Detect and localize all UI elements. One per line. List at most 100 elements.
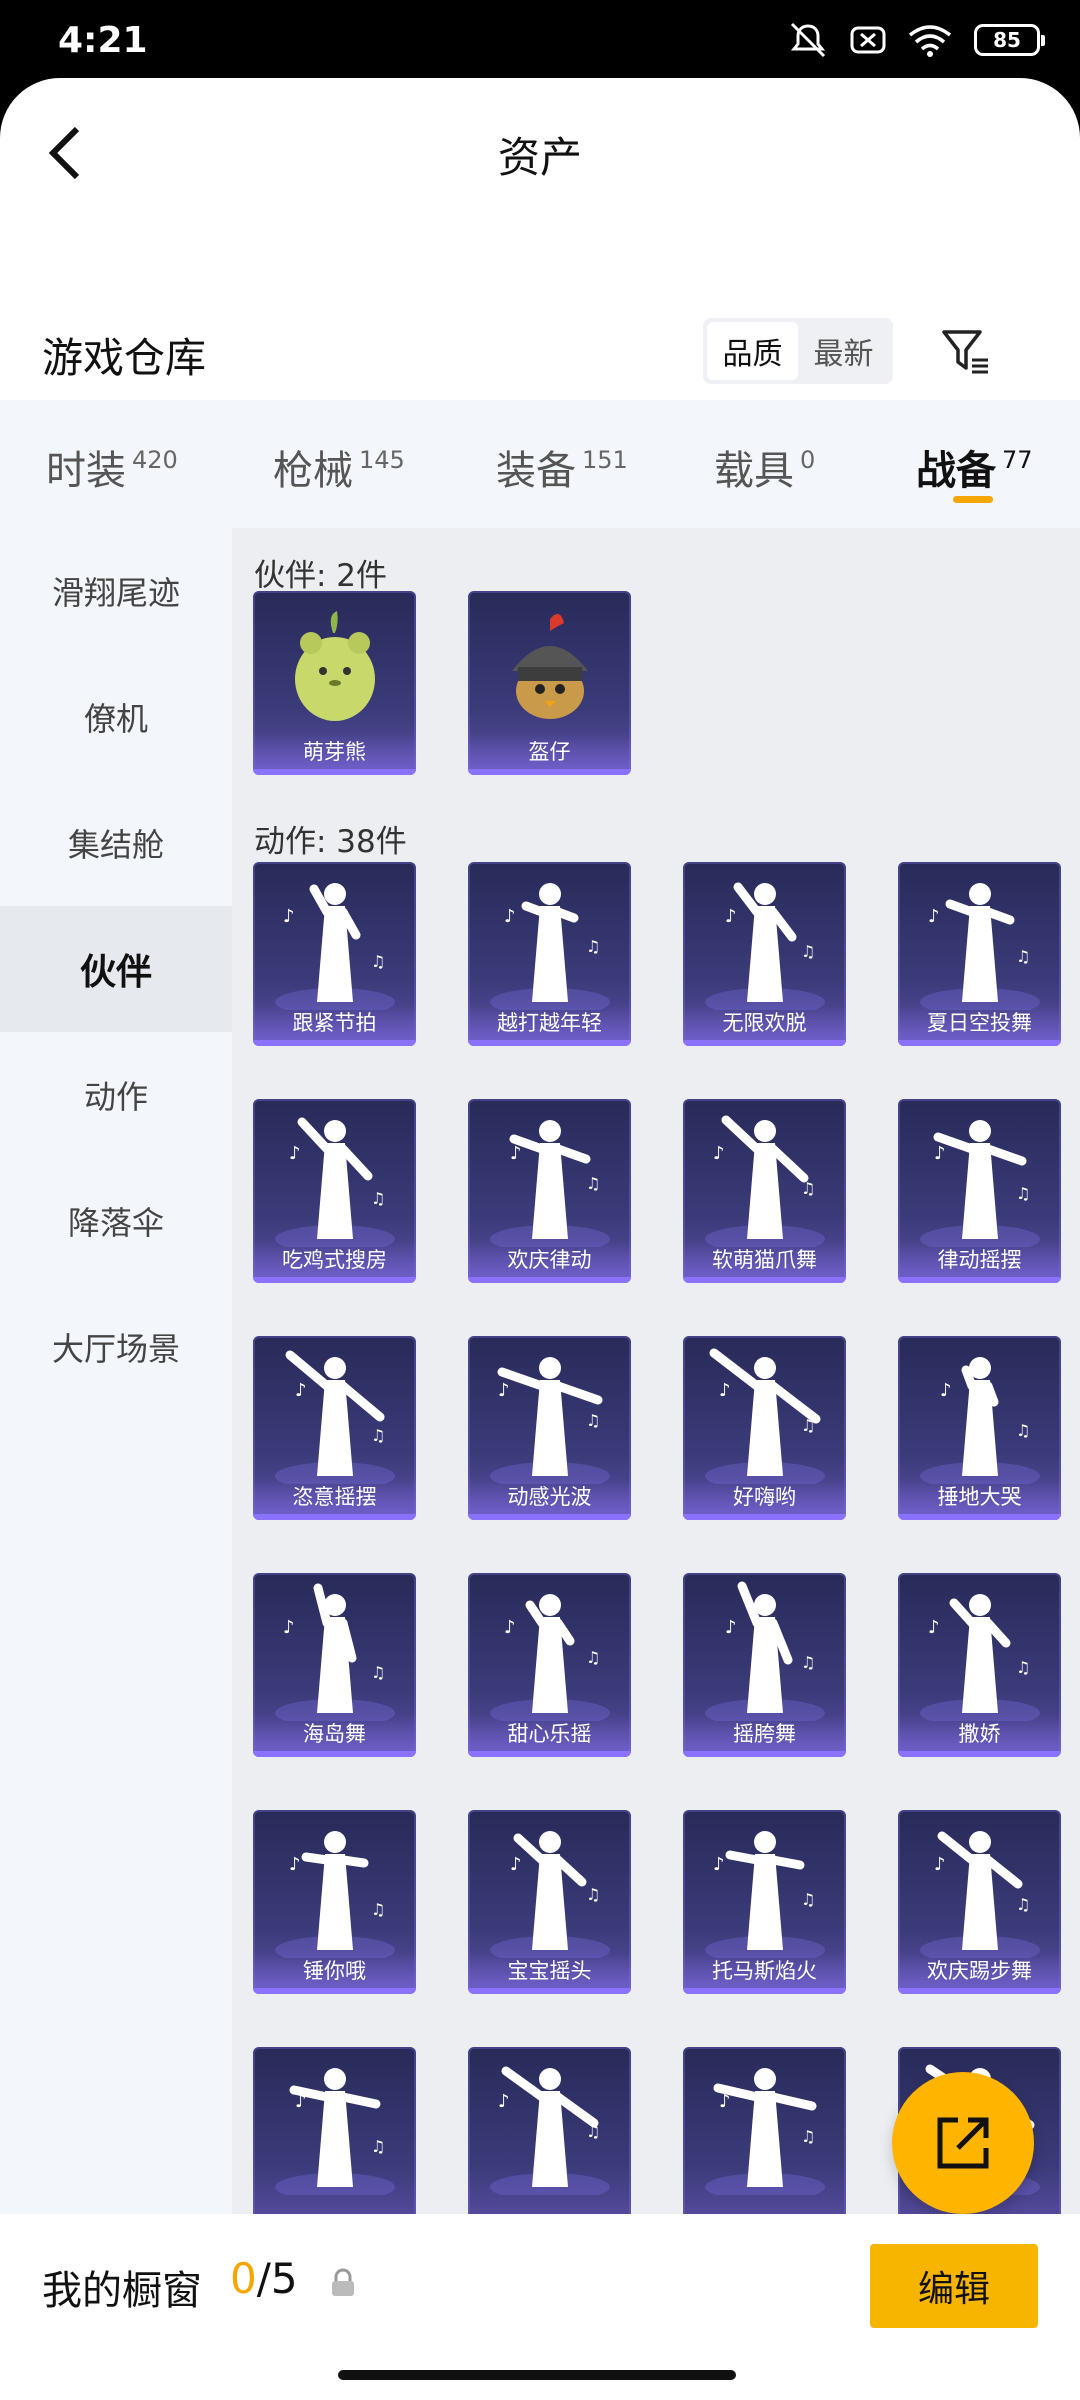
emote-card[interactable]: ♪♫ [468, 2047, 631, 2214]
filter-button[interactable] [936, 322, 996, 382]
card-label: 欢庆律动 [468, 1241, 631, 1277]
emote-card[interactable]: ♪ ♫ 跟紧节拍 [253, 862, 416, 1046]
tab-label: 枪械 [273, 448, 353, 494]
svg-text:♫: ♫ [801, 2127, 815, 2146]
emote-card[interactable]: ♪ ♫ 撒娇 [898, 1573, 1061, 1757]
edit-button[interactable]: 编辑 [870, 2244, 1038, 2328]
emote-figure-icon: ♪♫ [275, 2068, 395, 2195]
emote-card[interactable]: ♪ ♫ 无限欢脱 [683, 862, 846, 1046]
emote-card[interactable]: ♪ ♫ 夏日空投舞 [898, 862, 1061, 1046]
svg-text:♪: ♪ [504, 906, 516, 927]
status-icons: 85 [788, 22, 1045, 58]
svg-text:♪: ♪ [940, 1380, 952, 1401]
emote-figure-icon: ♪♫ [920, 1831, 1040, 1958]
card-label: 撒娇 [898, 1715, 1061, 1751]
tab-count: 0 [800, 446, 816, 474]
mute-icon [790, 22, 826, 58]
svg-text:♪: ♪ [283, 1617, 295, 1638]
card-label: 托马斯焰火 [683, 1952, 846, 1988]
emote-figure-icon: ♪♫ [275, 1117, 395, 1247]
item-grid: 伙伴: 2件 动作: 38件 萌芽熊 盔仔 ♪ ♫ 跟紧节拍 ♪ ♫ 越打越年轻 ♪ ♫ 无限欢脱 ♪… [232, 528, 1080, 2214]
emote-figure-icon: ♪♫ [705, 882, 825, 1010]
emote-card[interactable]: ♪♫ [253, 2047, 416, 2214]
tab-vehicles[interactable]: 载具 0 [714, 438, 815, 496]
card-label: 软萌猫爪舞 [683, 1241, 846, 1277]
emote-card[interactable]: ♪ ♫ 海岛舞 [253, 1573, 416, 1757]
svg-text:♫: ♫ [371, 952, 385, 971]
svg-text:♫: ♫ [801, 1653, 815, 1672]
sort-newest-option[interactable]: 最新 [798, 322, 889, 380]
share-fab[interactable] [892, 2072, 1034, 2214]
showcase-count-current: 0 [230, 2254, 257, 2303]
emote-card[interactable]: ♪ ♫ 锤你哦 [253, 1810, 416, 1994]
emote-card[interactable]: ♪ ♫ 甜心乐摇 [468, 1573, 631, 1757]
tab-guns[interactable]: 枪械 145 [273, 438, 405, 496]
sidebar-item-pod[interactable]: 集结舱 [0, 780, 232, 906]
sort-quality-option[interactable]: 品质 [707, 322, 798, 380]
svg-text:♫: ♫ [371, 2137, 385, 2156]
sidebar-item-glide-trail[interactable]: 滑翔尾迹 [0, 528, 232, 654]
svg-text:♫: ♫ [371, 1663, 385, 1682]
svg-text:♪: ♪ [928, 906, 940, 927]
emote-card[interactable]: ♪ ♫ 动感光波 [468, 1336, 631, 1520]
emote-figure-icon: ♪♫ [275, 1831, 395, 1958]
emote-card[interactable]: ♪ ♫ 软萌猫爪舞 [683, 1099, 846, 1283]
content-area: 滑翔尾迹 僚机 集结舱 伙伴 动作 降落伞 大厅场景 伙伴: 2件 动作: 38… [0, 528, 1080, 2214]
tab-fashion[interactable]: 时装 420 [46, 438, 178, 496]
partner-card[interactable]: 盔仔 [468, 591, 631, 775]
emote-figure-icon: ♪♫ [920, 883, 1040, 1010]
emote-figure-icon: ♪♫ [705, 1831, 825, 1958]
filter-icon [942, 330, 988, 374]
partner-figure-icon [295, 611, 375, 721]
emote-card[interactable]: ♪ ♫ 捶地大哭 [898, 1336, 1061, 1520]
emote-figure-icon: ♪♫ [705, 2068, 825, 2195]
sidebar-item-parachute[interactable]: 降落伞 [0, 1158, 232, 1284]
tab-equipment[interactable]: 装备 151 [496, 438, 628, 496]
wifi-icon [908, 25, 952, 57]
svg-text:♪: ♪ [498, 2091, 510, 2112]
svg-text:♪: ♪ [504, 1617, 516, 1638]
svg-text:♪: ♪ [283, 906, 295, 927]
emote-card[interactable]: ♪♫ [683, 2047, 846, 2214]
emote-card[interactable]: ♪ ♫ 好嗨哟 [683, 1336, 846, 1520]
emote-card[interactable]: ♪ ♫ 欢庆踢步舞 [898, 1810, 1061, 1994]
battery-indicator: 85 [974, 24, 1045, 56]
svg-text:♫: ♫ [586, 1411, 600, 1430]
lock-icon [332, 2268, 354, 2296]
emote-figure-icon: ♪♫ [490, 1831, 610, 1958]
emote-card[interactable]: ♪ ♫ 摇胯舞 [683, 1573, 846, 1757]
sidebar-item-lobby-scene[interactable]: 大厅场景 [0, 1284, 232, 1410]
emote-figure-icon: ♪♫ [275, 1350, 395, 1484]
partner-card[interactable]: 萌芽熊 [253, 591, 416, 775]
home-indicator[interactable] [338, 2370, 736, 2380]
svg-text:♫: ♫ [371, 1900, 385, 1919]
emote-card[interactable]: ♪ ♫ 宝宝摇头 [468, 1810, 631, 1994]
card-label: 夏日空投舞 [898, 1004, 1061, 1040]
sidebar-item-partner[interactable]: 伙伴 [0, 906, 232, 1032]
emote-card[interactable]: ♪ ♫ 吃鸡式搜房 [253, 1099, 416, 1283]
svg-text:♪: ♪ [498, 1380, 510, 1401]
emote-card[interactable]: ♪ ♫ 越打越年轻 [468, 862, 631, 1046]
emote-card[interactable]: ♪ ♫ 律动摇摆 [898, 1099, 1061, 1283]
page-header: 资产 [0, 78, 1080, 228]
category-tabs: 时装 420 枪械 145 装备 151 载具 0 战备 77 [0, 400, 1080, 528]
svg-text:♫: ♫ [801, 1416, 815, 1435]
sidebar-item-emote[interactable]: 动作 [0, 1032, 232, 1158]
emote-figure-icon: ♪♫ [705, 1115, 825, 1247]
emote-figure-icon: ♪♫ [920, 1357, 1040, 1484]
svg-text:♪: ♪ [934, 1143, 946, 1164]
emote-card[interactable]: ♪ ♫ 恣意摇摆 [253, 1336, 416, 1520]
emote-card[interactable]: ♪ ♫ 托马斯焰火 [683, 1810, 846, 1994]
partner-figure-icon [512, 613, 588, 719]
emote-card[interactable]: ♪ ♫ 欢庆律动 [468, 1099, 631, 1283]
svg-text:♫: ♫ [586, 1648, 600, 1667]
emote-figure-icon: ♪♫ [275, 1583, 395, 1721]
card-label: 捶地大哭 [898, 1478, 1061, 1514]
svg-text:♪: ♪ [725, 906, 737, 927]
svg-text:♫: ♫ [371, 1426, 385, 1445]
tab-battle-gear[interactable]: 战备 77 [916, 438, 1033, 496]
sidebar-item-wingman[interactable]: 僚机 [0, 654, 232, 780]
store-row: 游戏仓库 品质 最新 [0, 296, 1080, 406]
partners-section-title: 伙伴: 2件 [254, 558, 388, 594]
tab-label: 载具 [714, 448, 794, 494]
